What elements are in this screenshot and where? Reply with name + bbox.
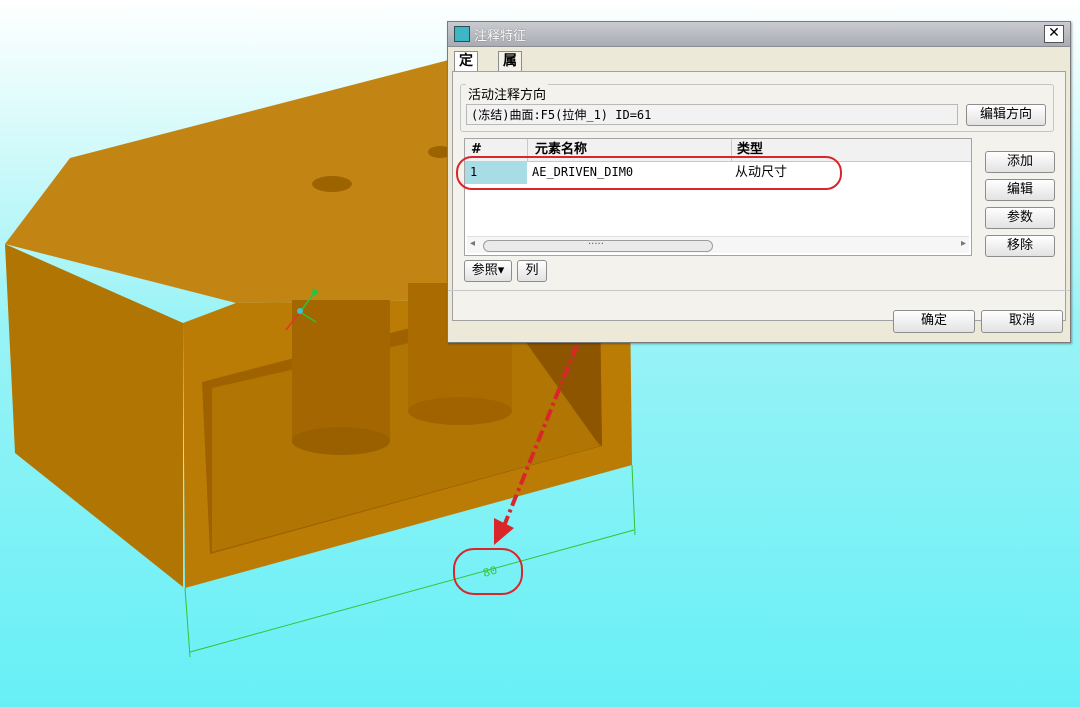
remove-button[interactable]: 移除 [985, 235, 1055, 257]
columns-button[interactable]: 列 [517, 260, 547, 282]
horizontal-scrollbar[interactable]: ◂ ..... ▸ [467, 236, 969, 253]
scroll-left-icon[interactable]: ◂ [470, 238, 475, 249]
scrollbar-thumb[interactable]: ..... [483, 236, 713, 252]
ok-button[interactable]: 确定 [893, 310, 975, 333]
tab-properties[interactable]: 属性 [498, 51, 522, 88]
tab-definition[interactable]: 定义 [454, 51, 478, 88]
dimension-value: 80 [481, 564, 499, 581]
references-dropdown-button[interactable]: 参照▾ [464, 260, 512, 282]
scroll-right-icon[interactable]: ▸ [961, 238, 966, 249]
row-highlight [456, 156, 842, 190]
dialog-titlebar[interactable]: 注释特征 ✕ [448, 22, 1070, 47]
footer-divider [448, 290, 1070, 291]
edit-direction-button[interactable]: 编辑方向 [966, 104, 1046, 126]
window-icon [454, 26, 470, 42]
orientation-label: 活动注释方向 [466, 84, 549, 103]
dialog-title: 注释特征 [474, 29, 527, 44]
scroll-grip: ..... [588, 236, 604, 247]
edit-button[interactable]: 编辑 [985, 179, 1055, 201]
orientation-reference-field[interactable]: (冻结)曲面:F5(拉伸_1) ID=61 [466, 104, 958, 125]
parameters-button[interactable]: 参数 [985, 207, 1055, 229]
annotation-feature-dialog: 注释特征 ✕ 定义 属性 活动注释方向 (冻结)曲面:F5(拉伸_1) ID=6… [447, 21, 1071, 343]
cancel-button[interactable]: 取消 [981, 310, 1063, 333]
add-button[interactable]: 添加 [985, 151, 1055, 173]
close-button[interactable]: ✕ [1044, 25, 1064, 43]
